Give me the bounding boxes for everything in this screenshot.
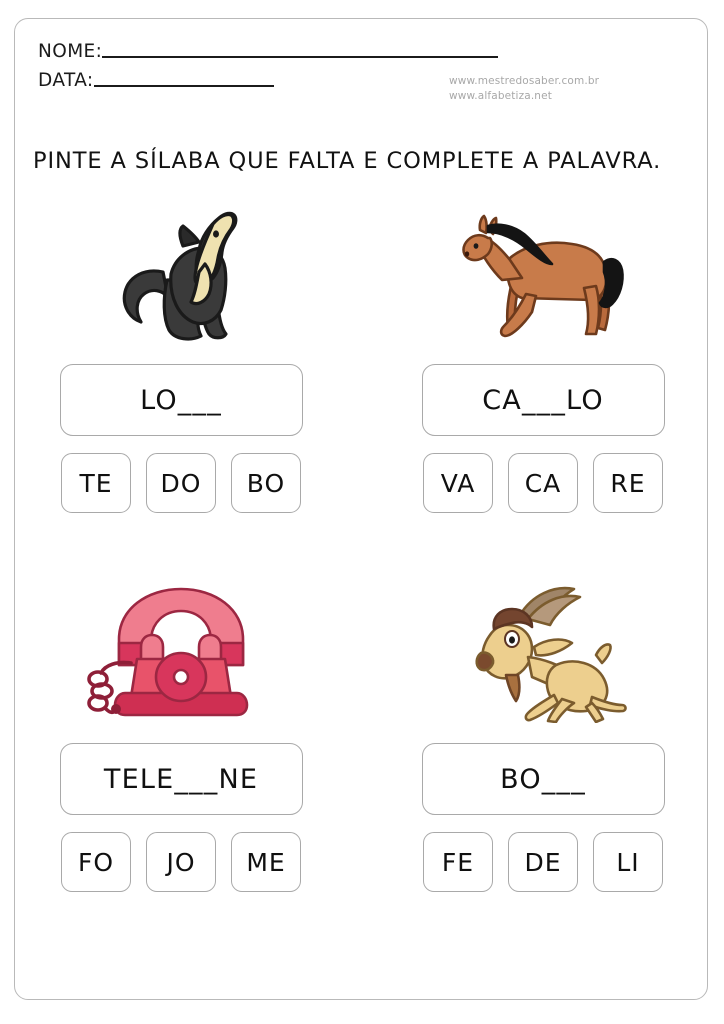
goat-icon bbox=[475, 586, 627, 723]
horse-illustration bbox=[362, 198, 724, 348]
word-text-horse: CA___LO bbox=[482, 384, 604, 416]
wolf-eye bbox=[213, 230, 219, 238]
exercise-wolf: LO___ TE DO BO bbox=[0, 198, 362, 513]
site-credit: www.mestredosaber.com.br www.alfabetiza.… bbox=[449, 74, 599, 103]
syllable-option-va[interactable]: VA bbox=[423, 453, 493, 513]
syllable-label: BO bbox=[246, 468, 286, 498]
syllable-label: ME bbox=[246, 847, 286, 877]
syllable-option-jo[interactable]: JO bbox=[146, 832, 216, 892]
syllable-option-de[interactable]: DE bbox=[508, 832, 578, 892]
syllable-label: RE bbox=[610, 468, 646, 498]
syllable-label: TE bbox=[79, 468, 113, 498]
syllable-label: JO bbox=[166, 847, 196, 877]
date-label: DATA: bbox=[38, 69, 94, 91]
rotary-telephone-icon bbox=[87, 587, 249, 717]
exercise-grid: LO___ TE DO BO CA___LO VA CA RE TELE___N… bbox=[0, 198, 724, 892]
telephone-illustration bbox=[0, 577, 362, 727]
syllable-label: DO bbox=[160, 468, 202, 498]
goat-eye bbox=[509, 636, 515, 644]
credit-line-mestredosaber: www.mestredosaber.com.br bbox=[449, 75, 600, 87]
exercise-telephone: TELE___NE FO JO ME bbox=[0, 577, 362, 892]
word-text-telephone: TELE___NE bbox=[103, 763, 259, 795]
syllable-label: LI bbox=[616, 847, 640, 877]
syllable-option-me[interactable]: ME bbox=[231, 832, 301, 892]
syllable-options-wolf: TE DO BO bbox=[61, 453, 301, 513]
word-text-goat: BO___ bbox=[500, 763, 586, 795]
syllable-option-li[interactable]: LI bbox=[593, 832, 663, 892]
syllable-option-re[interactable]: RE bbox=[593, 453, 663, 513]
wolf-howling-icon bbox=[122, 211, 238, 341]
date-write-line[interactable] bbox=[93, 84, 274, 87]
wolf-illustration bbox=[0, 198, 362, 348]
horse-icon bbox=[462, 214, 624, 338]
syllable-option-ca[interactable]: CA bbox=[508, 453, 578, 513]
syllable-options-telephone: FO JO ME bbox=[61, 832, 301, 892]
exercise-row-1: LO___ TE DO BO CA___LO VA CA RE bbox=[0, 198, 724, 513]
exercise-horse: CA___LO VA CA RE bbox=[362, 198, 724, 513]
horse-nostril bbox=[464, 251, 470, 257]
syllable-option-bo[interactable]: BO bbox=[231, 453, 301, 513]
syllable-label: FO bbox=[77, 847, 115, 877]
syllable-options-goat: FE DE LI bbox=[423, 832, 663, 892]
syllable-options-horse: VA CA RE bbox=[423, 453, 663, 513]
horse-eye bbox=[473, 243, 479, 249]
goat-illustration bbox=[362, 577, 724, 727]
syllable-option-fo[interactable]: FO bbox=[61, 832, 131, 892]
name-label: NOME: bbox=[38, 40, 103, 62]
exercise-row-2: TELE___NE FO JO ME BO___ FE DE LI bbox=[0, 577, 724, 892]
name-write-line[interactable] bbox=[102, 55, 499, 58]
word-box-goat[interactable]: BO___ bbox=[421, 743, 665, 815]
credit-line-alfabetiza: www.alfabetiza.net bbox=[449, 89, 552, 102]
word-box-telephone[interactable]: TELE___NE bbox=[59, 743, 303, 815]
syllable-label: FE bbox=[441, 847, 475, 877]
instruction-text: PINTE A SÍLABA QUE FALTA E COMPLETE A PA… bbox=[33, 148, 662, 174]
word-box-horse[interactable]: CA___LO bbox=[421, 364, 665, 436]
syllable-label: DE bbox=[524, 847, 562, 877]
syllable-option-fe[interactable]: FE bbox=[423, 832, 493, 892]
syllable-label: CA bbox=[524, 468, 562, 498]
word-text-wolf: LO___ bbox=[140, 384, 222, 416]
cord-end-dot bbox=[111, 704, 121, 714]
syllable-option-do[interactable]: DO bbox=[146, 453, 216, 513]
worksheet-page: NOME: DATA: www.mestredosaber.com.br www… bbox=[0, 0, 724, 1024]
name-field-row[interactable]: NOME: bbox=[38, 34, 638, 61]
syllable-option-te[interactable]: TE bbox=[61, 453, 131, 513]
exercise-goat: BO___ FE DE LI bbox=[362, 577, 724, 892]
syllable-label: VA bbox=[440, 468, 476, 498]
word-box-wolf[interactable]: LO___ bbox=[59, 364, 303, 436]
